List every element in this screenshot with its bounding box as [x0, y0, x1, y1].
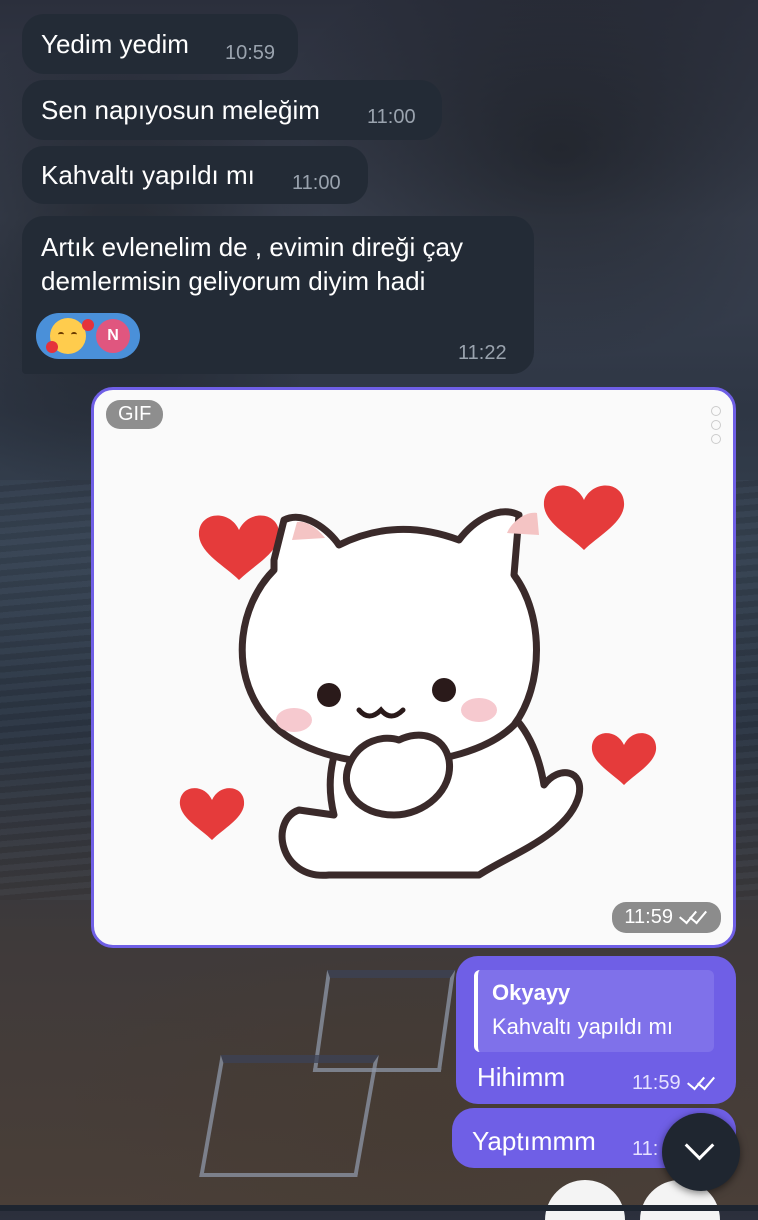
read-receipt-icon [687, 1077, 717, 1091]
reply-quote[interactable]: Okyayy Kahvaltı yapıldı mı [474, 970, 714, 1052]
message-bubble-incoming[interactable]: Sen napıyosun meleğim 11:00 [22, 80, 442, 140]
message-time: 11:22 [458, 342, 507, 364]
message-text: Yedim yedim [41, 29, 189, 59]
message-time: 11:00 [367, 106, 416, 128]
message-time: 11:00 [292, 172, 341, 194]
message-text: Hihimm [477, 1062, 566, 1092]
message-time: 11:59 [612, 902, 721, 933]
message-time: 11:59 [632, 1072, 717, 1095]
message-text: Sen napıyosun meleğim [41, 95, 320, 125]
message-text: Kahvaltı yapıldı mı [41, 160, 255, 190]
bottom-bar [0, 1205, 758, 1211]
gif-message[interactable]: GIF 11:59 [91, 387, 736, 948]
message-bubble-outgoing[interactable]: Okyayy Kahvaltı yapıldı mı Hihimm 11:59 [456, 956, 736, 1104]
message-text: Yaptımmm [472, 1126, 596, 1156]
heart-icon [82, 319, 94, 331]
reply-author: Okyayy [492, 980, 571, 1005]
message-reaction[interactable]: N [36, 313, 140, 359]
message-time: 11: [632, 1138, 659, 1160]
scroll-to-bottom-button[interactable] [662, 1113, 740, 1191]
message-text: Artık evlenelim de , evimin direği çay d… [41, 232, 463, 296]
reactor-avatar: N [96, 319, 130, 353]
message-time: 10:59 [225, 42, 276, 64]
wallpaper-chair [199, 1055, 379, 1177]
cat-with-hearts-sticker [179, 485, 657, 879]
message-bubble-incoming[interactable]: Kahvaltı yapıldı mı 11:00 [22, 146, 368, 204]
reply-quote-text: Kahvaltı yapıldı mı [492, 1014, 673, 1039]
read-receipt-icon [679, 911, 709, 925]
heart-icon [46, 341, 58, 353]
message-bubble-incoming[interactable]: Yedim yedim 10:59 [22, 14, 298, 74]
